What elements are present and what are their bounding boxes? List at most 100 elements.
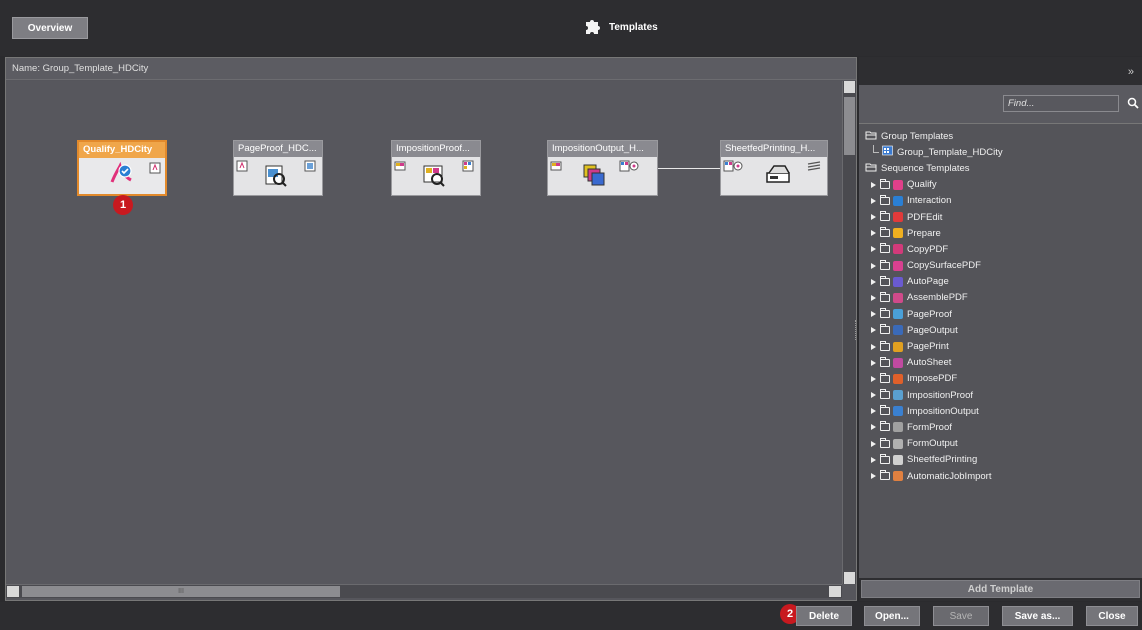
- tree-item-sequence-template[interactable]: AutomaticJobImport: [859, 468, 1142, 484]
- template-type-icon: [893, 471, 903, 482]
- expand-arrow-icon[interactable]: [871, 440, 876, 447]
- tree-item-sequence-template[interactable]: ImpositionOutput: [859, 403, 1142, 419]
- printing-press-icon: [765, 163, 791, 190]
- expand-arrow-icon[interactable]: [871, 278, 876, 285]
- expand-arrow-icon[interactable]: [871, 456, 876, 463]
- tree-item-sequence-template[interactable]: ImpositionProof: [859, 387, 1142, 403]
- find-input[interactable]: [1003, 95, 1119, 112]
- tree-label: CopySurfacePDF: [907, 260, 981, 272]
- puzzle-icon: [583, 16, 603, 39]
- window-title: Templates: [583, 16, 658, 39]
- folder-icon: [880, 470, 890, 481]
- template-type-icon: [893, 195, 903, 206]
- template-tree: Group Templates Group_Template_HDCity Se…: [859, 123, 1142, 578]
- vertical-scrollbar[interactable]: [842, 81, 856, 584]
- window-title-text: Templates: [609, 22, 658, 33]
- add-template-button[interactable]: Add Template: [861, 580, 1140, 598]
- expand-arrow-icon[interactable]: [871, 392, 876, 399]
- delete-button[interactable]: Delete: [796, 606, 852, 626]
- templates-panel: » Group Templates Group_Template_HDCity …: [859, 57, 1142, 601]
- input-icon: [236, 160, 248, 175]
- folder-icon: [880, 453, 890, 464]
- input-icon: [394, 160, 406, 175]
- impositionoutput-icon: [582, 163, 606, 190]
- workflow-node-pageproof[interactable]: PageProof_HDC...: [233, 140, 323, 196]
- workflow-node-sheetfedprinting[interactable]: SheetfedPrinting_H...: [720, 140, 828, 196]
- tree-item-sequence-template[interactable]: PageProof: [859, 306, 1142, 322]
- save-as-button[interactable]: Save as...: [1002, 606, 1073, 626]
- template-type-icon: [893, 244, 903, 255]
- overview-button[interactable]: Overview: [12, 17, 88, 39]
- folder-icon: [880, 291, 890, 302]
- tree-item-sequence-template[interactable]: SheetfedPrinting: [859, 452, 1142, 468]
- tree-item-sequence-template[interactable]: ImposePDF: [859, 371, 1142, 387]
- scroll-up-button[interactable]: [844, 81, 855, 93]
- tree-group-templates[interactable]: Group Templates: [859, 128, 1142, 144]
- node-title: PageProof_HDC...: [234, 141, 322, 157]
- template-type-icon: [893, 325, 903, 336]
- tree-label: FormProof: [907, 421, 952, 433]
- tree-item-sequence-template[interactable]: AutoPage: [859, 274, 1142, 290]
- expand-panel-icon[interactable]: »: [1128, 66, 1134, 78]
- expand-arrow-icon[interactable]: [871, 311, 876, 318]
- panel-splitter[interactable]: [855, 320, 858, 340]
- template-canvas[interactable]: Qualify_HDCity PageProof_HDC... Impositi…: [6, 81, 842, 584]
- scroll-right-button[interactable]: [829, 586, 841, 597]
- template-type-icon: [893, 292, 903, 303]
- tree-item-group-template[interactable]: Group_Template_HDCity: [859, 144, 1142, 160]
- expand-arrow-icon[interactable]: [871, 294, 876, 301]
- input-icon: [723, 160, 743, 175]
- workflow-node-impositionoutput[interactable]: ImpositionOutput_H...: [547, 140, 658, 196]
- template-type-icon: [893, 373, 903, 384]
- tree-label: Group_Template_HDCity: [897, 146, 1003, 158]
- sequence-template-list: Qualify Interaction PDFEdit Prepare CopyPDF C…: [859, 177, 1142, 485]
- expand-arrow-icon[interactable]: [871, 343, 876, 350]
- horizontal-scrollbar[interactable]: III: [6, 584, 842, 598]
- tree-item-sequence-template[interactable]: FormProof: [859, 419, 1142, 435]
- save-button[interactable]: Save: [933, 606, 989, 626]
- expand-arrow-icon[interactable]: [871, 375, 876, 382]
- expand-arrow-icon[interactable]: [871, 359, 876, 366]
- scroll-down-button[interactable]: [844, 572, 855, 584]
- tree-label: ImpositionProof: [907, 389, 974, 401]
- expand-arrow-icon[interactable]: [871, 408, 876, 415]
- tree-item-sequence-template[interactable]: Prepare: [859, 225, 1142, 241]
- scroll-left-button[interactable]: [7, 586, 19, 597]
- expand-arrow-icon[interactable]: [871, 424, 876, 431]
- search-icon[interactable]: [1127, 97, 1139, 112]
- stack-icon: [807, 161, 821, 176]
- folder-icon: [880, 227, 890, 238]
- template-type-icon: [893, 454, 903, 465]
- expand-arrow-icon[interactable]: [871, 197, 876, 204]
- open-button[interactable]: Open...: [864, 606, 920, 626]
- output-icon: [304, 160, 316, 175]
- expand-arrow-icon[interactable]: [871, 181, 876, 188]
- folder-icon: [880, 324, 890, 335]
- tree-item-sequence-template[interactable]: PagePrint: [859, 338, 1142, 354]
- expand-arrow-icon[interactable]: [871, 327, 876, 334]
- tree-item-sequence-template[interactable]: CopySurfacePDF: [859, 258, 1142, 274]
- tree-item-sequence-template[interactable]: Interaction: [859, 193, 1142, 209]
- workflow-node-qualify[interactable]: Qualify_HDCity: [77, 140, 167, 196]
- expand-arrow-icon[interactable]: [871, 230, 876, 237]
- expand-arrow-icon[interactable]: [871, 246, 876, 253]
- template-canvas-frame: Name: Group_Template_HDCity Qualify_HDCi…: [5, 57, 857, 601]
- tree-item-sequence-template[interactable]: PDFEdit: [859, 209, 1142, 225]
- tree-item-sequence-template[interactable]: FormOutput: [859, 436, 1142, 452]
- tree-item-sequence-template[interactable]: PageOutput: [859, 322, 1142, 338]
- horizontal-scroll-thumb[interactable]: III: [22, 586, 340, 597]
- expand-arrow-icon[interactable]: [871, 262, 876, 269]
- expand-arrow-icon[interactable]: [871, 214, 876, 221]
- tree-item-sequence-template[interactable]: AutoSheet: [859, 355, 1142, 371]
- expand-arrow-icon[interactable]: [871, 473, 876, 480]
- input-icon: [550, 160, 562, 175]
- workflow-node-impositionproof[interactable]: ImpositionProof...: [391, 140, 481, 196]
- vertical-scroll-thumb[interactable]: [844, 97, 855, 155]
- tree-item-sequence-template[interactable]: AssemblePDF: [859, 290, 1142, 306]
- tree-label: AssemblePDF: [907, 292, 968, 304]
- tree-item-sequence-template[interactable]: Qualify: [859, 177, 1142, 193]
- tree-sequence-templates[interactable]: Sequence Templates: [859, 160, 1142, 176]
- tree-item-sequence-template[interactable]: CopyPDF: [859, 241, 1142, 257]
- close-button[interactable]: Close: [1086, 606, 1138, 626]
- folder-icon: [880, 372, 890, 383]
